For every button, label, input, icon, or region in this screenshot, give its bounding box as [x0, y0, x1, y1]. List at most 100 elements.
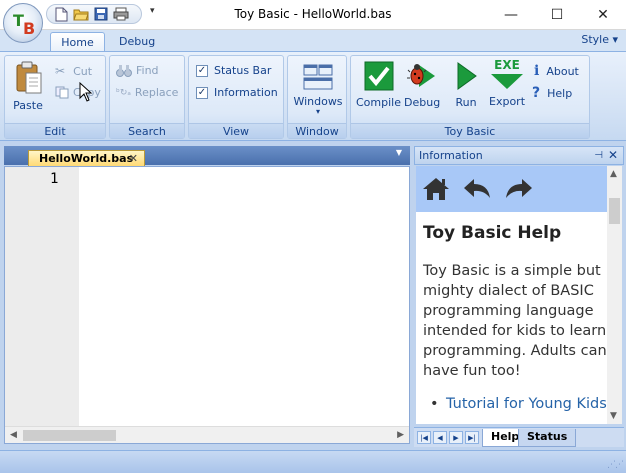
window-group: Windows ▾ Window [287, 55, 347, 139]
status-bar-toggle[interactable]: ✓ Status Bar [196, 64, 271, 77]
home-icon[interactable] [422, 176, 450, 202]
debug-button[interactable]: Debug [404, 61, 440, 109]
export-arrow-icon [491, 74, 523, 89]
next-tab-icon[interactable]: ▶ [449, 431, 463, 444]
information-tab-strip: |◀ ◀ ▶ ▶| Help Status [414, 427, 624, 447]
information-checkbox[interactable]: ✓ [196, 86, 208, 99]
maximize-button[interactable]: ☐ [534, 0, 580, 30]
run-button[interactable]: Run [454, 61, 478, 109]
help-content: Toy Basic Help Toy Basic is a simple but… [416, 166, 622, 424]
compile-label: Compile [356, 96, 401, 109]
toy-basic-group-label: Toy Basic [351, 123, 589, 138]
vertical-scroll-thumb[interactable] [609, 198, 620, 224]
paste-button[interactable]: Paste [13, 61, 43, 112]
vertical-scrollbar[interactable]: ▲ ▼ [607, 166, 622, 424]
compile-button[interactable]: Compile [356, 61, 401, 109]
tab-status[interactable]: Status [518, 429, 577, 447]
forward-arrow-icon[interactable] [504, 176, 534, 202]
information-panel-header: Information ⊣ ✕ [414, 146, 624, 165]
compile-checkmark-icon [364, 61, 393, 91]
information-label: Information [214, 86, 278, 99]
cut-button[interactable]: ✂ Cut [55, 64, 92, 78]
about-label: About [546, 64, 579, 78]
edit-group: Paste ✂ Cut Copy Edit [4, 55, 106, 139]
search-group: Find ᵇ↻ₐ Replace Search [109, 55, 185, 139]
help-heading: Toy Basic Help [423, 223, 562, 243]
export-label: Export [489, 95, 526, 108]
help-nav-bar [416, 166, 607, 212]
information-close-icon[interactable]: ✕ [608, 147, 618, 164]
info-icon: i [534, 63, 540, 79]
status-bar-checkbox[interactable]: ✓ [196, 64, 208, 77]
pin-icon[interactable]: ⊣ [594, 147, 603, 164]
scissors-icon: ✂ [55, 64, 66, 78]
prev-tab-icon[interactable]: ◀ [433, 431, 447, 444]
replace-button[interactable]: ᵇ↻ₐ Replace [116, 86, 178, 99]
document-list-dropdown-icon[interactable]: ▼ [396, 148, 402, 157]
tab-debug[interactable]: Debug [107, 32, 167, 52]
run-play-icon [457, 62, 477, 90]
document-tab-label: HelloWorld.bas [39, 152, 134, 165]
copy-icon [55, 86, 69, 99]
horizontal-scroll-thumb[interactable] [23, 430, 116, 441]
mouse-cursor-icon [79, 82, 93, 102]
copy-button[interactable]: Copy [55, 86, 101, 99]
cut-label: Cut [73, 64, 93, 78]
title-bar: ▾ Toy Basic - HelloWorld.bas — ☐ ✕ [0, 0, 626, 30]
binoculars-icon [116, 65, 132, 77]
search-group-label: Search [110, 123, 184, 138]
status-bar: ⋰⋰ [0, 450, 626, 473]
replace-label: Replace [134, 86, 179, 99]
windows-button[interactable]: Windows ▾ [292, 63, 344, 116]
find-button[interactable]: Find [116, 64, 159, 77]
paste-icon [16, 61, 42, 94]
horizontal-scrollbar[interactable]: ◀ ▶ [5, 426, 409, 443]
toy-basic-group: Compile Debug Run EXE Export i About ? H… [350, 55, 590, 139]
paste-label: Paste [13, 99, 43, 112]
style-menu[interactable]: Style ▾ [581, 33, 618, 46]
debug-label: Debug [404, 96, 441, 109]
scroll-left-icon[interactable]: ◀ [10, 430, 17, 440]
ribbon-tab-strip: Home Debug Style ▾ [0, 30, 626, 52]
document-tab-helloworld[interactable]: HelloWorld.bas ✕ [28, 150, 145, 167]
first-tab-icon[interactable]: |◀ [417, 431, 431, 444]
application-menu-button[interactable]: T B [3, 3, 43, 43]
about-button[interactable]: i About [534, 63, 579, 79]
scroll-down-icon[interactable]: ▼ [610, 411, 617, 421]
document-tab-strip: HelloWorld.bas ✕ ▼ [4, 146, 410, 167]
document-tab-close-icon[interactable]: ✕ [129, 151, 138, 166]
help-question-icon: ? [532, 85, 541, 101]
scroll-right-icon[interactable]: ▶ [397, 430, 404, 440]
information-toggle[interactable]: ✓ Information [196, 86, 278, 99]
help-label: Help [547, 86, 573, 100]
run-label: Run [455, 96, 477, 109]
app-logo-letter-b: B [23, 19, 36, 38]
window-group-label: Window [288, 123, 346, 138]
information-panel: Information ⊣ ✕ Toy Basic Help Toy Basic… [414, 146, 626, 448]
information-panel-title: Information [419, 149, 483, 162]
line-number: 1 [50, 171, 59, 187]
find-label: Find [136, 64, 159, 77]
debug-bug-icon [407, 64, 436, 87]
resize-grip-icon[interactable]: ⋰⋰ [607, 460, 624, 470]
minimize-button[interactable]: — [488, 0, 534, 30]
back-arrow-icon[interactable] [462, 176, 492, 202]
help-description: Toy Basic is a simple but mighty dialect… [423, 263, 607, 379]
status-bar-label: Status Bar [214, 64, 272, 77]
windows-dropdown-arrow: ▾ [315, 107, 320, 116]
tab-scroll-buttons: |◀ ◀ ▶ ▶| [417, 431, 479, 444]
help-button[interactable]: ? Help [532, 85, 572, 101]
scroll-up-icon[interactable]: ▲ [610, 169, 617, 179]
view-group-label: View [189, 123, 283, 138]
tab-home[interactable]: Home [50, 32, 105, 52]
windows-layout-icon [303, 64, 333, 90]
ribbon: Paste ✂ Cut Copy Edit Find ᵇ↻ₐ Replace S… [0, 51, 626, 141]
replace-icon: ᵇ↻ₐ [116, 87, 131, 98]
tutorial-link[interactable]: Tutorial for Young Kids [430, 394, 611, 414]
view-group: ✓ Status Bar ✓ Information View [188, 55, 284, 139]
close-button[interactable]: ✕ [580, 0, 626, 30]
code-editor[interactable]: 1 ◀ ▶ [4, 166, 410, 444]
export-button[interactable]: EXE Export [489, 59, 526, 109]
last-tab-icon[interactable]: ▶| [465, 431, 479, 444]
line-number-gutter: 1 [5, 167, 79, 427]
